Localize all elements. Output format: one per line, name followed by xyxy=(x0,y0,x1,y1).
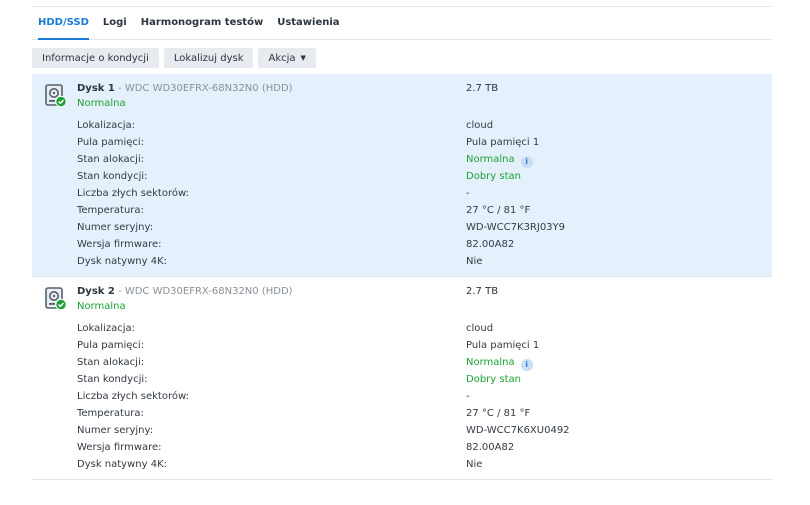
detail-value: Dobry stan xyxy=(466,171,521,182)
disk-size: 2.7 TB xyxy=(466,83,499,94)
info-icon[interactable]: i xyxy=(520,156,533,168)
detail-label: Lokalizacja: xyxy=(77,323,135,334)
detail-row-firmware: Wersja firmware: 82.00A82 xyxy=(77,442,757,459)
locate-disk-button[interactable]: Lokalizuj dysk xyxy=(163,48,254,68)
detail-row-serial-number: Numer seryjny: WD-WCC7K6XU0492 xyxy=(77,425,757,442)
detail-label: Temperatura: xyxy=(77,205,144,216)
detail-label: Numer seryjny: xyxy=(77,222,154,233)
action-dropdown-button[interactable]: Akcja ▼ xyxy=(258,48,316,68)
detail-value-wrap: Normalna i xyxy=(466,357,533,371)
disk-model: - WDC WD30EFRX-68N32N0 (HDD) xyxy=(114,286,293,297)
detail-label: Dysk natywny 4K: xyxy=(77,256,168,267)
disk-name: Dysk 2 xyxy=(77,286,115,297)
detail-row-firmware: Wersja firmware: 82.00A82 xyxy=(77,239,757,256)
detail-row-location: Lokalizacja: cloud xyxy=(77,120,757,137)
detail-value: Normalna xyxy=(466,357,515,368)
detail-value: WD-WCC7K3RJ03Y9 xyxy=(466,222,566,233)
detail-row-native-4k: Dysk natywny 4K: Nie xyxy=(77,459,757,476)
detail-value-wrap: Normalna i xyxy=(466,154,533,168)
detail-value: 82.00A82 xyxy=(466,239,515,250)
disk-item-2[interactable]: Dysk 2 - WDC WD30EFRX-68N32N0 (HDD) Norm… xyxy=(32,277,772,480)
toolbar: Informacje o kondycji Lokalizuj dysk Akc… xyxy=(32,48,316,68)
detail-row-storage-pool: Pula pamięci: Pula pamięci 1 xyxy=(77,340,757,357)
detail-row-bad-sectors: Liczba złych sektorów: - xyxy=(77,391,757,408)
hdd-icon xyxy=(45,84,67,108)
detail-row-storage-pool: Pula pamięci: Pula pamięci 1 xyxy=(77,137,757,154)
tab-bar: HDD/SSD Logi Harmonogram testów Ustawien… xyxy=(32,6,772,40)
detail-row-temperature: Temperatura: 27 °C / 81 °F xyxy=(77,205,757,222)
detail-label: Stan alokacji: xyxy=(77,357,145,368)
caret-down-icon: ▼ xyxy=(300,54,306,62)
health-info-button[interactable]: Informacje o kondycji xyxy=(32,48,159,68)
detail-label: Lokalizacja: xyxy=(77,120,135,131)
tab-test-schedule[interactable]: Harmonogram testów xyxy=(135,6,271,39)
detail-label: Pula pamięci: xyxy=(77,137,145,148)
detail-value: 27 °C / 81 °F xyxy=(466,408,531,419)
detail-value: 27 °C / 81 °F xyxy=(466,205,531,216)
detail-label: Liczba złych sektorów: xyxy=(77,188,189,199)
detail-value: cloud xyxy=(466,323,494,334)
detail-label: Dysk natywny 4K: xyxy=(77,459,168,470)
detail-row-health-status: Stan kondycji: Dobry stan xyxy=(77,171,757,188)
locate-disk-button-label: Lokalizuj dysk xyxy=(173,52,244,64)
detail-row-bad-sectors: Liczba złych sektorów: - xyxy=(77,188,757,205)
disk-item-1[interactable]: Dysk 1 - WDC WD30EFRX-68N32N0 (HDD) Norm… xyxy=(32,74,772,277)
detail-row-location: Lokalizacja: cloud xyxy=(77,323,757,340)
detail-value: Pula pamięci 1 xyxy=(466,137,540,148)
disk-name: Dysk 1 xyxy=(77,83,115,94)
detail-label: Stan alokacji: xyxy=(77,154,145,165)
tab-hdd-ssd[interactable]: HDD/SSD xyxy=(32,6,97,40)
detail-label: Pula pamięci: xyxy=(77,340,145,351)
detail-label: Wersja firmware: xyxy=(77,239,162,250)
detail-label: Wersja firmware: xyxy=(77,442,162,453)
detail-row-health-status: Stan kondycji: Dobry stan xyxy=(77,374,757,391)
detail-value: Normalna xyxy=(466,154,515,165)
disk-model: - WDC WD30EFRX-68N32N0 (HDD) xyxy=(114,83,293,94)
detail-label: Temperatura: xyxy=(77,408,144,419)
detail-value: - xyxy=(466,188,470,199)
detail-label: Stan kondycji: xyxy=(77,171,148,182)
detail-row-serial-number: Numer seryjny: WD-WCC7K3RJ03Y9 xyxy=(77,222,757,239)
detail-label: Liczba złych sektorów: xyxy=(77,391,189,402)
tab-settings[interactable]: Ustawienia xyxy=(271,6,347,39)
detail-value: Pula pamięci 1 xyxy=(466,340,540,351)
disk-size: 2.7 TB xyxy=(466,286,499,297)
detail-value: Nie xyxy=(466,459,483,470)
disk-details: Lokalizacja: cloud Pula pamięci: Pula pa… xyxy=(77,120,757,273)
detail-row-allocation-status: Stan alokacji: Normalna i xyxy=(77,357,757,374)
detail-label: Numer seryjny: xyxy=(77,425,154,436)
tab-logs[interactable]: Logi xyxy=(97,6,135,39)
disk-status: Normalna xyxy=(77,98,126,109)
detail-value: WD-WCC7K6XU0492 xyxy=(466,425,570,436)
detail-row-allocation-status: Stan alokacji: Normalna i xyxy=(77,154,757,171)
disk-title: Dysk 1 - WDC WD30EFRX-68N32N0 (HDD) xyxy=(77,83,293,94)
detail-value: cloud xyxy=(466,120,494,131)
disk-details: Lokalizacja: cloud Pula pamięci: Pula pa… xyxy=(77,323,757,476)
detail-label: Stan kondycji: xyxy=(77,374,148,385)
disk-title: Dysk 2 - WDC WD30EFRX-68N32N0 (HDD) xyxy=(77,286,293,297)
detail-value: - xyxy=(466,391,470,402)
detail-value: Dobry stan xyxy=(466,374,521,385)
hdd-icon xyxy=(45,287,67,311)
health-info-button-label: Informacje o kondycji xyxy=(42,52,149,64)
disk-status: Normalna xyxy=(77,301,126,312)
detail-value: 82.00A82 xyxy=(466,442,515,453)
detail-row-native-4k: Dysk natywny 4K: Nie xyxy=(77,256,757,273)
action-dropdown-label: Akcja xyxy=(268,52,296,64)
info-icon[interactable]: i xyxy=(520,359,533,371)
detail-row-temperature: Temperatura: 27 °C / 81 °F xyxy=(77,408,757,425)
detail-value: Nie xyxy=(466,256,483,267)
